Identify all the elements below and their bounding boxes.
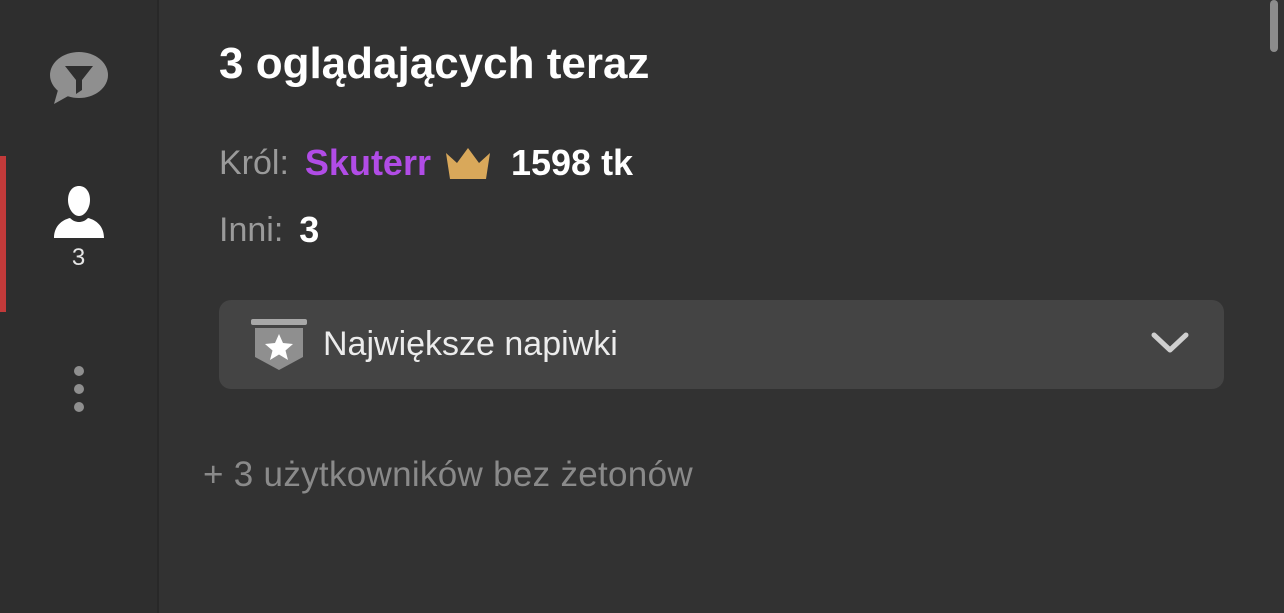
more-vertical-icon	[72, 364, 86, 421]
king-username[interactable]: Skuterr	[305, 142, 431, 184]
top-tips-dropdown[interactable]: Największe napiwki	[219, 300, 1224, 389]
main-content: 3 oglądających teraz Król: Skuterr 1598 …	[159, 0, 1284, 613]
star-badge-icon	[251, 318, 307, 371]
king-tokens: 1598 tk	[510, 142, 634, 183]
crown-icon	[443, 145, 493, 181]
king-label: Król:	[219, 143, 289, 182]
chevron-down-icon	[1150, 330, 1190, 361]
dropdown-label: Największe napiwki	[323, 325, 618, 363]
page-title: 3 oglądających teraz	[219, 39, 650, 88]
others-row: Inni: 3	[219, 205, 319, 255]
sidebar-item-chat[interactable]	[0, 50, 157, 110]
sidebar: 3	[0, 0, 159, 613]
others-count: 3	[299, 209, 320, 250]
users-without-tokens: + 3 użytkowników bez żetonów	[203, 455, 693, 494]
viewer-count: 3	[71, 244, 86, 271]
chat-filter-icon	[48, 50, 110, 111]
scrollbar[interactable]	[1270, 0, 1278, 52]
king-row: Król: Skuterr 1598 tk	[219, 138, 633, 188]
user-icon	[52, 186, 106, 238]
viewers-panel: 3 3 oglądających teraz Król: Skuterr 159…	[0, 0, 1284, 613]
others-label: Inni:	[219, 210, 284, 249]
sidebar-item-more[interactable]	[0, 364, 157, 416]
sidebar-item-users[interactable]: 3	[0, 156, 157, 312]
